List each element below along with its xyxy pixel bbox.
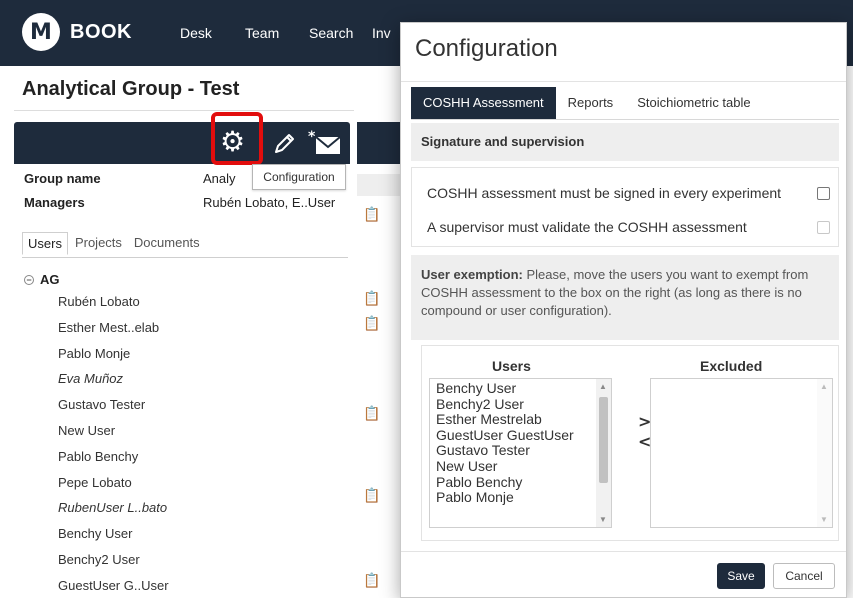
users-scrollbar[interactable]: ▲ ▼ (596, 379, 611, 527)
group-panel-header: ⚙ * (14, 122, 350, 164)
scrollbar-thumb[interactable] (599, 397, 608, 483)
group-name-value: Analy (203, 171, 236, 186)
save-button[interactable]: Save (717, 563, 765, 589)
tab-reports[interactable]: Reports (556, 87, 626, 119)
divider (411, 119, 839, 120)
nav-team[interactable]: Team (245, 25, 279, 41)
users-list-option[interactable]: New User (430, 458, 611, 475)
nav-inventory[interactable]: Inv (372, 25, 391, 41)
tree-user-item[interactable]: Rubén Lobato (58, 294, 140, 309)
users-list-option[interactable]: Benchy2 User (430, 396, 611, 413)
users-list-option[interactable]: Pablo Benchy (430, 474, 611, 491)
tab-divider (22, 257, 348, 258)
divider (401, 81, 846, 82)
users-list-option[interactable]: Benchy User (430, 380, 611, 397)
managers-label: Managers (24, 195, 85, 210)
excluded-list-header: Excluded (700, 358, 763, 374)
pencil-icon[interactable] (272, 132, 296, 160)
tree-user-item[interactable]: RubenUser L..bato (58, 500, 167, 515)
cancel-button[interactable]: Cancel (773, 563, 835, 589)
signed-checkbox[interactable] (817, 187, 830, 200)
tree-user-item[interactable]: Pepe Lobato (58, 475, 132, 490)
logo-badge-icon: M (22, 13, 60, 51)
tree-group-label: AG (40, 272, 60, 287)
tree-user-item[interactable]: New User (58, 423, 115, 438)
nav-search[interactable]: Search (309, 25, 353, 41)
configuration-modal: Configuration COSHH Assessment Reports S… (400, 22, 847, 598)
tree-user-item[interactable]: Gustavo Tester (58, 397, 145, 412)
clipboard-copy-icon[interactable]: 📋 (363, 315, 380, 332)
user-exemption-help: User exemption: Please, move the users y… (411, 255, 839, 340)
users-list-items: Benchy User Benchy2 User Esther Mestrelab G… (430, 379, 611, 506)
exemption-lists: Users Excluded Benchy User Benchy2 User Es… (421, 345, 839, 541)
divider (401, 551, 846, 552)
modal-tabs: COSHH Assessment Reports Stoichiometric … (411, 87, 763, 119)
experiments-panel-header (357, 122, 402, 164)
scroll-down-icon[interactable]: ▼ (820, 515, 828, 524)
divider (14, 110, 354, 111)
tree-group-node[interactable]: − AG (24, 272, 60, 287)
tree-user-item[interactable]: Esther Mest..elab (58, 320, 159, 335)
clipboard-copy-icon[interactable]: 📋 (363, 206, 380, 223)
configuration-highlight (211, 112, 263, 165)
collapse-icon[interactable]: − (24, 274, 34, 285)
section-title: Signature and supervision (411, 123, 839, 161)
tree-user-item[interactable]: Pablo Monje (58, 346, 130, 361)
signature-options: COSHH assessment must be signed in every… (411, 167, 839, 247)
mail-star-icon[interactable]: * (308, 128, 342, 162)
configuration-tooltip: Configuration (252, 164, 346, 190)
page-title: Analytical Group - Test (22, 78, 240, 100)
tab-projects[interactable]: Projects (70, 232, 127, 255)
svg-text:*: * (308, 129, 316, 145)
supervisor-checkbox[interactable] (817, 221, 830, 234)
users-list-option[interactable]: Esther Mestrelab (430, 412, 611, 428)
scroll-up-icon[interactable]: ▲ (599, 382, 607, 391)
nav-desk[interactable]: Desk (180, 25, 212, 41)
tree-user-item[interactable]: Benchy User (58, 526, 132, 541)
experiments-column-header (357, 174, 402, 196)
logo-text: BOOK (70, 20, 132, 43)
exemption-heading: User exemption: (421, 267, 523, 282)
tree-user-item[interactable]: Benchy2 User (58, 552, 140, 567)
users-listbox[interactable]: Benchy User Benchy2 User Esther Mestrelab G… (429, 378, 612, 528)
users-list-option[interactable]: GuestUser GuestUser (430, 427, 611, 444)
option-supervisor-label: A supervisor must validate the COSHH ass… (427, 219, 747, 235)
clipboard-copy-icon[interactable]: 📋 (363, 487, 380, 504)
users-list-header: Users (492, 358, 531, 374)
option-signed-label: COSHH assessment must be signed in every… (427, 185, 782, 201)
clipboard-copy-icon[interactable]: 📋 (363, 572, 380, 589)
excluded-listbox[interactable]: ▲ ▼ (650, 378, 833, 528)
clipboard-copy-icon[interactable]: 📋 (363, 405, 380, 422)
users-list-option[interactable]: Gustavo Tester (430, 443, 611, 459)
scroll-down-icon[interactable]: ▼ (599, 515, 607, 524)
tree-user-item[interactable]: Pablo Benchy (58, 449, 138, 464)
clipboard-copy-icon[interactable]: 📋 (363, 290, 380, 307)
tab-users[interactable]: Users (22, 232, 68, 255)
group-tabs: Users Projects Documents (22, 232, 207, 255)
app-logo[interactable]: M BOOK (22, 13, 132, 51)
tab-stoichiometric-table[interactable]: Stoichiometric table (625, 87, 762, 119)
users-list-option[interactable]: Pablo Monje (430, 490, 611, 506)
managers-value: Rubén Lobato, E..User (203, 195, 336, 210)
group-name-label: Group name (24, 171, 101, 186)
scroll-up-icon[interactable]: ▲ (820, 382, 828, 391)
tab-documents[interactable]: Documents (129, 232, 205, 255)
tree-user-item[interactable]: Eva Muñoz (58, 371, 123, 386)
tree-user-item[interactable]: GuestUser G..User (58, 578, 169, 593)
excluded-scrollbar[interactable]: ▲ ▼ (817, 379, 832, 527)
modal-title: Configuration (415, 35, 558, 62)
tab-coshh-assessment[interactable]: COSHH Assessment (411, 87, 556, 119)
